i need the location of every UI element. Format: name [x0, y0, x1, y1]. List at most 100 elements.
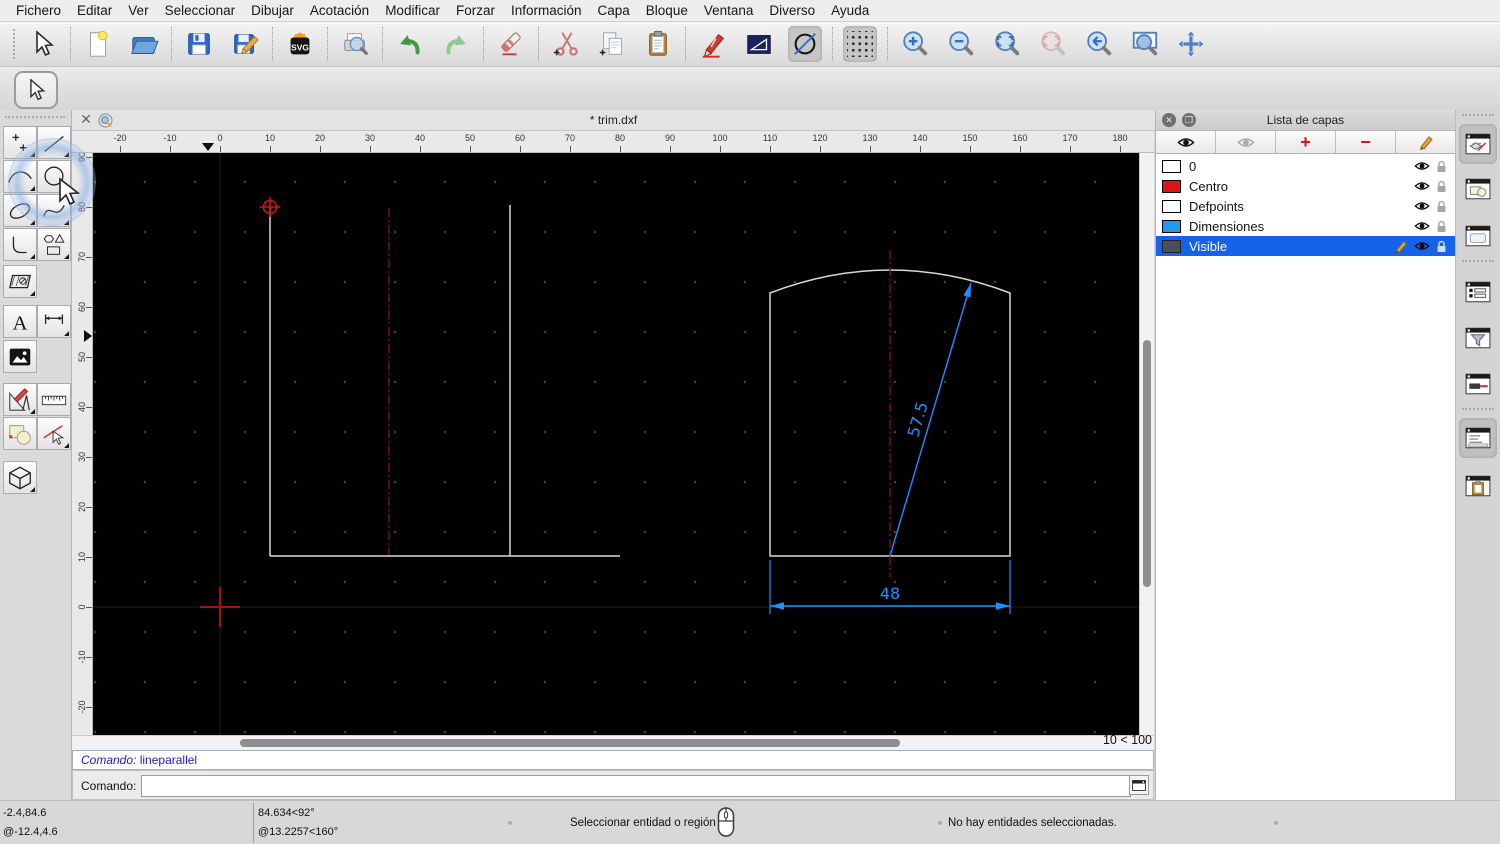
- layer-visibility-toggle[interactable]: [1414, 200, 1430, 212]
- layer-row-dimensiones[interactable]: Dimensiones: [1156, 216, 1455, 236]
- vertical-scrollbar-thumb[interactable]: [1143, 340, 1151, 587]
- selection-tool-button[interactable]: [14, 71, 58, 109]
- horizontal-scrollbar-thumb[interactable]: [240, 739, 900, 747]
- trim-tool-button[interactable]: [37, 417, 71, 450]
- layer-lock-toggle[interactable]: [1436, 200, 1447, 213]
- menu-item-capa[interactable]: Capa: [598, 3, 630, 18]
- layer-row-centro[interactable]: Centro: [1156, 176, 1455, 196]
- ruler-tool-button[interactable]: [37, 383, 71, 416]
- toggle-layer-list-button[interactable]: [1459, 124, 1497, 164]
- lines-tool-button[interactable]: [37, 126, 71, 159]
- zoom-in-button[interactable]: [898, 26, 932, 62]
- copy-button[interactable]: [595, 26, 629, 62]
- zoom-previous-button[interactable]: [1082, 26, 1116, 62]
- toggle-clipboard-button[interactable]: [1459, 466, 1497, 506]
- delete-button[interactable]: [494, 26, 528, 62]
- menu-item-dibujar[interactable]: Dibujar: [251, 3, 294, 18]
- menu-item-ver[interactable]: Ver: [128, 3, 148, 18]
- layer-lock-toggle[interactable]: [1436, 220, 1447, 233]
- add-layer-button[interactable]: +: [1276, 131, 1336, 153]
- menu-item-fichero[interactable]: Fichero: [16, 3, 61, 18]
- layer-edit-icon[interactable]: [1394, 239, 1408, 253]
- menu-item-bloque[interactable]: Bloque: [646, 3, 688, 18]
- zoom-auto-button[interactable]: [990, 26, 1024, 62]
- toggle-pen-wizard-button[interactable]: [1459, 364, 1497, 404]
- isometric-tool-button[interactable]: [3, 461, 37, 494]
- menu-item-editar[interactable]: Editar: [77, 3, 112, 18]
- save-button[interactable]: [182, 26, 216, 62]
- layer-visibility-toggle[interactable]: [1414, 180, 1430, 192]
- zoom-pan-button[interactable]: [1174, 26, 1208, 62]
- redo-icon: [446, 35, 466, 55]
- horizontal-scrollbar[interactable]: [72, 735, 1154, 750]
- layer-row-visible[interactable]: Visible: [1156, 236, 1455, 256]
- grid-toggle-button[interactable]: [843, 26, 877, 62]
- hide-all-layers-button[interactable]: [1216, 131, 1276, 153]
- menu-item-ayuda[interactable]: Ayuda: [831, 3, 869, 18]
- export-svg-button[interactable]: SVG: [283, 26, 317, 62]
- text-tool-button[interactable]: A: [3, 305, 37, 338]
- points-tool-button[interactable]: [3, 126, 37, 159]
- layer-row-defpoints[interactable]: Defpoints: [1156, 196, 1455, 216]
- line-angle-button[interactable]: [742, 26, 776, 62]
- image-tool-button[interactable]: [3, 340, 37, 373]
- open-file-button[interactable]: [127, 26, 161, 62]
- zoom-selection-button[interactable]: [1036, 26, 1070, 62]
- menu-item-modificar[interactable]: Modificar: [385, 3, 440, 18]
- menu-item-seleccionar[interactable]: Seleccionar: [165, 3, 236, 18]
- toolbar-handle[interactable]: [13, 29, 15, 59]
- command-history-text: lineparallel: [139, 753, 198, 767]
- paste-button[interactable]: [641, 26, 675, 62]
- splines-tool-button[interactable]: [37, 194, 71, 227]
- command-options-button[interactable]: [1129, 775, 1149, 795]
- layer-visibility-toggle[interactable]: [1414, 160, 1430, 172]
- ellipses-tool-button[interactable]: [3, 194, 37, 227]
- menu-item-ventana[interactable]: Ventana: [704, 3, 754, 18]
- undo-button[interactable]: [393, 26, 427, 62]
- toggle-library-browser-button[interactable]: [1459, 216, 1497, 256]
- print-preview-button[interactable]: [338, 26, 372, 62]
- polylines-tool-button[interactable]: [3, 228, 37, 261]
- zoom-window-button[interactable]: [1128, 26, 1162, 62]
- layer-lock-toggle[interactable]: [1436, 240, 1447, 253]
- menu-item-acotacion[interactable]: Acotación: [310, 3, 369, 18]
- palette-handle[interactable]: [5, 116, 65, 118]
- hatch-tool-button[interactable]: [3, 265, 37, 298]
- layer-row-0[interactable]: 0: [1156, 156, 1455, 176]
- arcs-tool-button[interactable]: [3, 160, 37, 193]
- menu-item-diverso[interactable]: Diverso: [769, 3, 815, 18]
- h-ruler-tick: [720, 146, 721, 152]
- save-as-button[interactable]: [228, 26, 262, 62]
- toggle-block-list-button[interactable]: [1459, 169, 1497, 209]
- drawing-canvas[interactable]: 57.5 48: [93, 153, 1139, 735]
- layer-lock-toggle[interactable]: [1436, 160, 1447, 173]
- show-all-layers-button[interactable]: [1156, 131, 1216, 153]
- cut-button[interactable]: [549, 26, 583, 62]
- redo-button[interactable]: [439, 26, 473, 62]
- remove-layer-button[interactable]: −: [1336, 131, 1396, 153]
- menu-item-forzar[interactable]: Forzar: [456, 3, 495, 18]
- circles-tool-button[interactable]: [37, 160, 71, 193]
- dimension-diagonal[interactable]: 57.5: [889, 282, 972, 557]
- command-input[interactable]: [141, 775, 1131, 797]
- shapes-tool-button[interactable]: [37, 228, 71, 261]
- layer-visibility-toggle[interactable]: [1414, 240, 1430, 252]
- h-ruler-label: 170: [1062, 133, 1078, 143]
- draw-pencil-button[interactable]: [696, 26, 730, 62]
- toggle-entity-list-button[interactable]: [1459, 272, 1497, 312]
- menu-item-informacion[interactable]: Información: [511, 3, 582, 18]
- toggle-entity-filter-button[interactable]: [1459, 318, 1497, 358]
- select-pointer-button[interactable]: [26, 26, 60, 62]
- layer-lock-toggle[interactable]: [1436, 180, 1447, 193]
- new-file-button[interactable]: [81, 26, 115, 62]
- dimensions-tool-button[interactable]: [37, 305, 71, 338]
- misc-tools-button[interactable]: [3, 383, 37, 416]
- circle-trim-button[interactable]: [788, 26, 822, 62]
- edit-layer-button[interactable]: [1396, 131, 1455, 153]
- vertical-scrollbar[interactable]: [1139, 153, 1154, 735]
- h-ruler-tick: [320, 146, 321, 152]
- toggle-command-line-button[interactable]: [1459, 418, 1497, 458]
- zoom-out-button[interactable]: [944, 26, 978, 62]
- modify-tool-button[interactable]: [3, 417, 37, 450]
- layer-visibility-toggle[interactable]: [1414, 220, 1430, 232]
